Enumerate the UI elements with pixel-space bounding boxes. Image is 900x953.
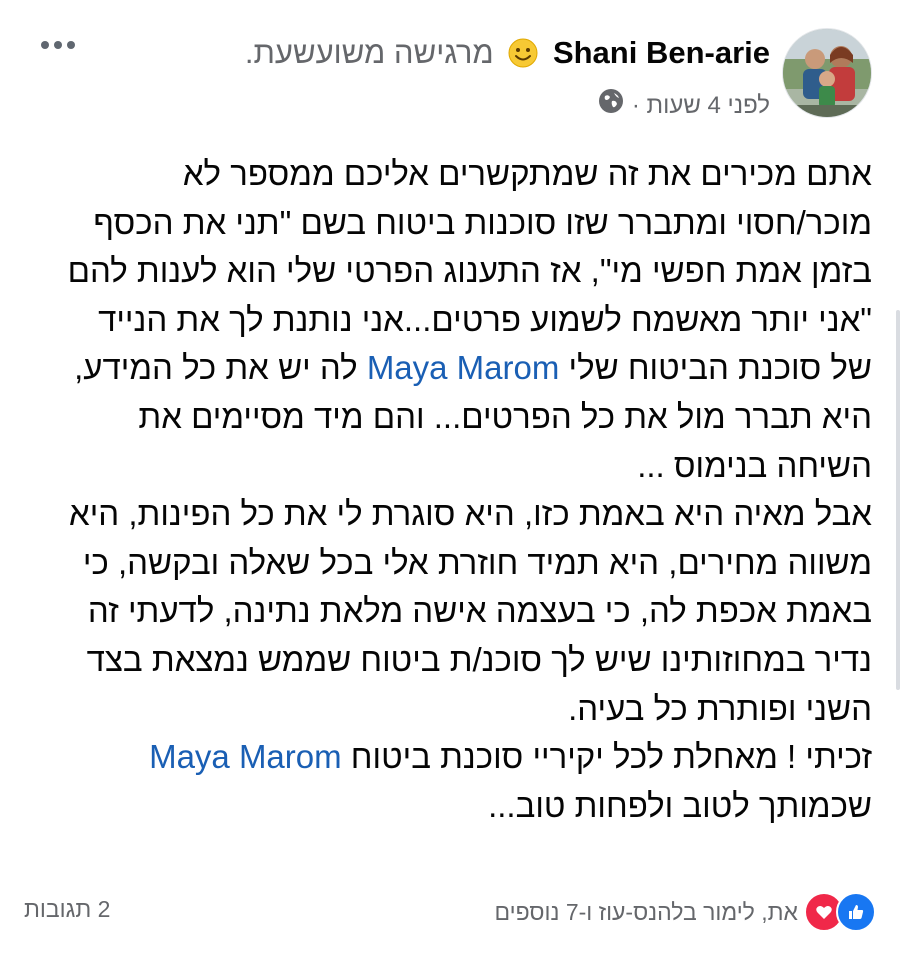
post-text-segment: בזמן אמת חפשי מי", אז התענוג הפרטי שלי ה… [67, 252, 872, 290]
more-dot [41, 41, 49, 49]
post-header: Shani Ben-arie מרגישה משועשעת. [245, 33, 770, 78]
post-text-line: אבל מאיה היא באמת כזו, היא סוגרת לי את כ… [20, 490, 872, 539]
post-text-segment: מוכר/חסוי ומתברר שזו סוכנות ביטוח בשם "ת… [93, 203, 872, 241]
post-text-segment: היא תברר מול את כל הפרטים... והם מיד מסי… [138, 397, 872, 435]
post-text-segment: זכיתי ! מאחלת לכל יקיריי סוכנת ביטוח [341, 738, 872, 776]
post-text-line: אתם מכירים את זה שמתקשרים אליכם ממספר לא [20, 150, 872, 199]
post-text-segment: לה יש את כל המידע, [74, 349, 367, 387]
post-meta: לפני 4 שעות · [598, 88, 770, 123]
mention-link[interactable]: Maya Marom [149, 738, 342, 775]
post-card: Shani Ben-arie מרגישה משועשעת. לפני 4 שע… [0, 0, 900, 953]
post-text-line: השיחה בנימוס ... [20, 442, 872, 491]
post-text-line: השני ופותרת כל בעיה. [20, 685, 872, 734]
post-text-line: של סוכנת הביטוח שלי Maya Marom לה יש את … [20, 344, 872, 393]
post-text-line: משווה מחירים, היא תמיד חוזרת אלי בכל שאל… [20, 539, 872, 588]
post-text-line: בזמן אמת חפשי מי", אז התענוג הפרטי שלי ה… [20, 247, 872, 296]
mention-link[interactable]: Maya Marom [367, 349, 560, 386]
scrollbar[interactable] [896, 310, 900, 690]
post-text-segment: השני ופותרת כל בעיה. [568, 689, 872, 727]
reactions-text: את, לימור בלהנס-עוז ו-7 נוספים [494, 898, 798, 925]
post-text-segment: באמת אכפת לה, כי בעצמה אישה מלאת נתינה, … [87, 592, 872, 630]
post-text-segment: של סוכנת הביטוח שלי [559, 349, 872, 387]
post-text-line: זכיתי ! מאחלת לכל יקיריי סוכנת ביטוח May… [20, 733, 872, 782]
more-options-button[interactable] [36, 30, 80, 60]
comments-count[interactable]: 2 תגובות [24, 896, 110, 923]
globe-icon[interactable] [598, 88, 624, 123]
post-text-line: שכמותך לטוב ולפחות טוב... [20, 782, 872, 831]
post-text-line: באמת אכפת לה, כי בעצמה אישה מלאת נתינה, … [20, 587, 872, 636]
post-body: אתם מכירים את זה שמתקשרים אליכם ממספר לא… [20, 150, 872, 830]
reactions-summary[interactable]: את, לימור בלהנס-עוז ו-7 נוספים [494, 892, 876, 932]
post-text-segment: משווה מחירים, היא תמיד חוזרת אלי בכל שאל… [82, 543, 872, 581]
post-text-line: מוכר/חסוי ומתברר שזו סוכנות ביטוח בשם "ת… [20, 199, 872, 248]
post-text-segment: השיחה בנימוס ... [637, 446, 872, 484]
footer-divider [0, 872, 900, 873]
reaction-icons [804, 892, 876, 932]
post-text-line: "אני יותר מאשמח לשמוע פרטים...אני נותנת … [20, 296, 872, 345]
more-dot [67, 41, 75, 49]
author-name[interactable]: Shani Ben-arie [553, 35, 770, 70]
post-text-segment: נדיר במחוזותינו שיש לך סוכנ/ת ביטוח שממש… [86, 640, 872, 678]
post-text-line: היא תברר מול את כל הפרטים... והם מיד מסי… [20, 393, 872, 442]
post-text-segment: אתם מכירים את זה שמתקשרים אליכם ממספר לא [182, 155, 872, 192]
avatar[interactable] [782, 28, 872, 118]
avatar-photo [783, 29, 871, 117]
post-text-segment: אבל מאיה היא באמת כזו, היא סוגרת לי את כ… [69, 495, 872, 533]
more-dot [54, 41, 62, 49]
smiling-face-icon [508, 38, 538, 78]
post-text-segment: "אני יותר מאשמח לשמוע פרטים...אני נותנת … [98, 300, 872, 338]
post-text-line: נדיר במחוזותינו שיש לך סוכנ/ת ביטוח שממש… [20, 636, 872, 685]
feeling-text: מרגישה משועשעת. [244, 35, 494, 70]
post-timestamp[interactable]: לפני 4 שעות · [632, 90, 770, 122]
like-icon [836, 892, 876, 932]
post-text-segment: שכמותך לטוב ולפחות טוב... [488, 786, 872, 824]
